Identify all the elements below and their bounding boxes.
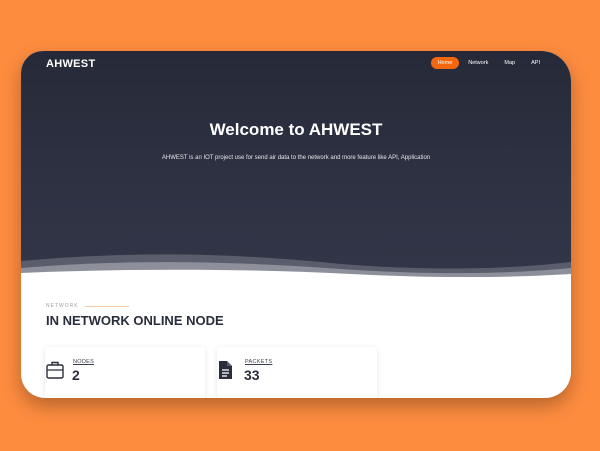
- eyebrow-underline: [84, 305, 129, 307]
- nodes-count: 2: [72, 367, 80, 383]
- packets-count: 33: [244, 367, 260, 383]
- nav-item-map[interactable]: Map: [497, 57, 522, 69]
- packets-card[interactable]: PACKETS 33: [217, 347, 377, 398]
- section-eyebrow-text: NETWORK: [46, 303, 79, 309]
- main-nav: Home Network Map API: [429, 57, 547, 69]
- hero-wave-divider: [21, 254, 571, 306]
- section-title: IN NETWORK ONLINE NODE: [46, 313, 224, 328]
- section-eyebrow: NETWORK: [46, 303, 129, 309]
- brand-logo[interactable]: AHWEST: [46, 58, 95, 70]
- browser-frame: AHWEST Home Network Map API Welcome to A…: [21, 51, 571, 398]
- document-icon: [219, 361, 232, 379]
- nav-item-api[interactable]: API: [524, 57, 547, 69]
- nav-item-network[interactable]: Network: [461, 57, 495, 69]
- briefcase-icon: [46, 361, 64, 379]
- hero-title: Welcome to AHWEST: [209, 120, 383, 139]
- nodes-label[interactable]: NODES: [73, 359, 94, 365]
- hero-subtitle: AHWEST is an IOT project use for send ai…: [161, 155, 431, 161]
- nav-item-home[interactable]: Home: [430, 57, 460, 69]
- nodes-card[interactable]: NODES 2: [45, 347, 205, 398]
- packets-label[interactable]: PACKETS: [245, 359, 272, 365]
